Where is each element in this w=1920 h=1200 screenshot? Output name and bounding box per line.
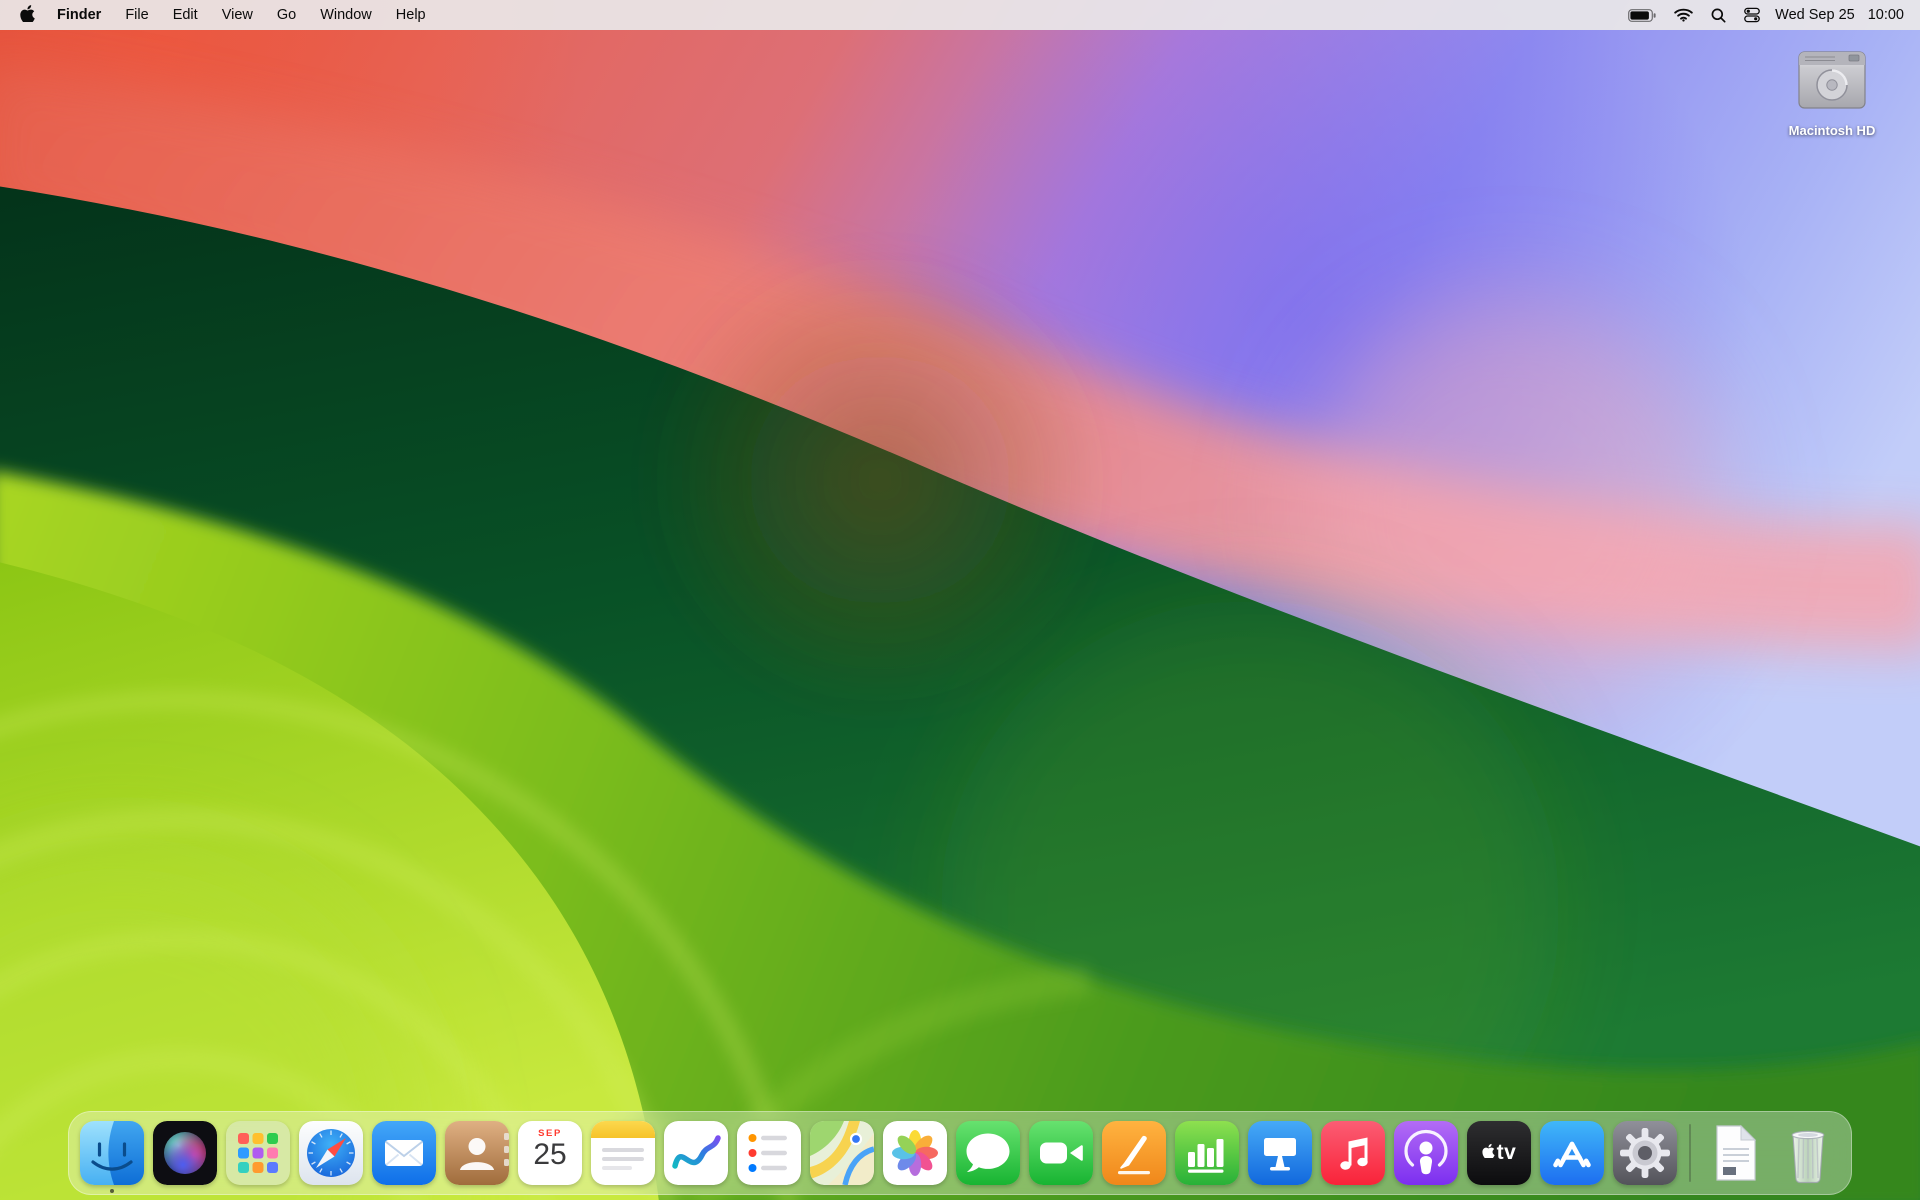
app-menu-label: Finder (57, 7, 101, 23)
menu-bar: Finder File Edit View Go Window Help (0, 0, 1920, 30)
dock-item-safari[interactable] (299, 1121, 363, 1185)
menu-item-file[interactable]: File (113, 0, 160, 30)
launchpad-icon (226, 1121, 290, 1185)
notes-icon (591, 1121, 655, 1185)
facetime-icon (1029, 1121, 1093, 1185)
control-center-icon[interactable] (1735, 0, 1769, 30)
finder-running-indicator (110, 1189, 114, 1193)
siri-icon (153, 1121, 217, 1185)
dock-item-contacts[interactable] (445, 1121, 509, 1185)
dock-item-tv[interactable]: tv (1467, 1121, 1531, 1185)
photos-icon (883, 1121, 947, 1185)
dock-item-launchpad[interactable] (226, 1121, 290, 1185)
desktop-wallpaper (0, 0, 1920, 1200)
desktop-icon-macintosh-hd[interactable]: Macintosh HD (1774, 46, 1890, 138)
trash-icon (1776, 1121, 1840, 1185)
calendar-day-label: 25 (533, 1139, 566, 1171)
menu-item-edit[interactable]: Edit (161, 0, 210, 30)
app-store-icon (1540, 1121, 1604, 1185)
dock-item-calendar[interactable]: SEP 25 (518, 1121, 582, 1185)
dock-item-finder[interactable] (80, 1121, 144, 1185)
hard-drive-icon (1791, 46, 1873, 121)
clock-date: Wed Sep 25 (1775, 7, 1855, 23)
contacts-icon (445, 1121, 509, 1185)
dock-item-music[interactable] (1321, 1121, 1385, 1185)
dock-item-app-store[interactable] (1540, 1121, 1604, 1185)
apple-logo-small-icon (1482, 1143, 1495, 1163)
menu-item-view[interactable]: View (210, 0, 265, 30)
menu-bar-clock[interactable]: Wed Sep 25 10:00 (1775, 7, 1904, 23)
dock-item-messages[interactable] (956, 1121, 1020, 1185)
dock: SEP 25 (68, 1111, 1852, 1195)
apple-tv-icon: tv (1467, 1121, 1531, 1185)
calendar-icon: SEP 25 (518, 1121, 582, 1185)
mail-icon (372, 1121, 436, 1185)
dock-item-freeform[interactable] (664, 1121, 728, 1185)
keynote-icon (1248, 1121, 1312, 1185)
apple-menu[interactable] (12, 0, 45, 30)
safari-icon (299, 1121, 363, 1185)
dock-item-siri[interactable] (153, 1121, 217, 1185)
dock-item-system-settings[interactable] (1613, 1121, 1677, 1185)
menu-item-app-name[interactable]: Finder (45, 0, 113, 30)
menu-bar-right: Wed Sep 25 10:00 (1619, 0, 1904, 30)
dock-item-pages[interactable] (1102, 1121, 1166, 1185)
dock-item-downloads[interactable] (1703, 1121, 1767, 1185)
dock-item-podcasts[interactable] (1394, 1121, 1458, 1185)
dock-item-notes[interactable] (591, 1121, 655, 1185)
menu-item-window[interactable]: Window (308, 0, 384, 30)
dock-item-photos[interactable] (883, 1121, 947, 1185)
dock-separator (1689, 1124, 1691, 1182)
maps-icon (810, 1121, 874, 1185)
dock-item-facetime[interactable] (1029, 1121, 1093, 1185)
finder-icon (80, 1121, 144, 1185)
dock-item-keynote[interactable] (1248, 1121, 1312, 1185)
apple-logo-icon (20, 4, 35, 26)
menu-bar-left: Finder File Edit View Go Window Help (12, 0, 438, 30)
clock-time: 10:00 (1868, 7, 1904, 23)
menu-item-help[interactable]: Help (384, 0, 438, 30)
system-settings-icon (1613, 1121, 1677, 1185)
document-icon (1703, 1121, 1767, 1185)
battery-icon[interactable] (1619, 0, 1665, 30)
spotlight-search-icon[interactable] (1702, 0, 1735, 30)
notes-yellow-band (591, 1121, 655, 1138)
dock-item-maps[interactable] (810, 1121, 874, 1185)
messages-icon (956, 1121, 1020, 1185)
numbers-icon (1175, 1121, 1239, 1185)
dock-item-reminders[interactable] (737, 1121, 801, 1185)
wifi-icon[interactable] (1665, 0, 1702, 30)
dock-item-numbers[interactable] (1175, 1121, 1239, 1185)
freeform-icon (664, 1121, 728, 1185)
pages-icon (1102, 1121, 1166, 1185)
menu-item-go[interactable]: Go (265, 0, 308, 30)
reminders-icon (737, 1121, 801, 1185)
dock-item-mail[interactable] (372, 1121, 436, 1185)
desktop-icon-label: Macintosh HD (1789, 123, 1876, 138)
dock-item-trash[interactable] (1776, 1121, 1840, 1185)
tv-label: tv (1497, 1141, 1517, 1165)
music-icon (1321, 1121, 1385, 1185)
podcasts-icon (1394, 1121, 1458, 1185)
